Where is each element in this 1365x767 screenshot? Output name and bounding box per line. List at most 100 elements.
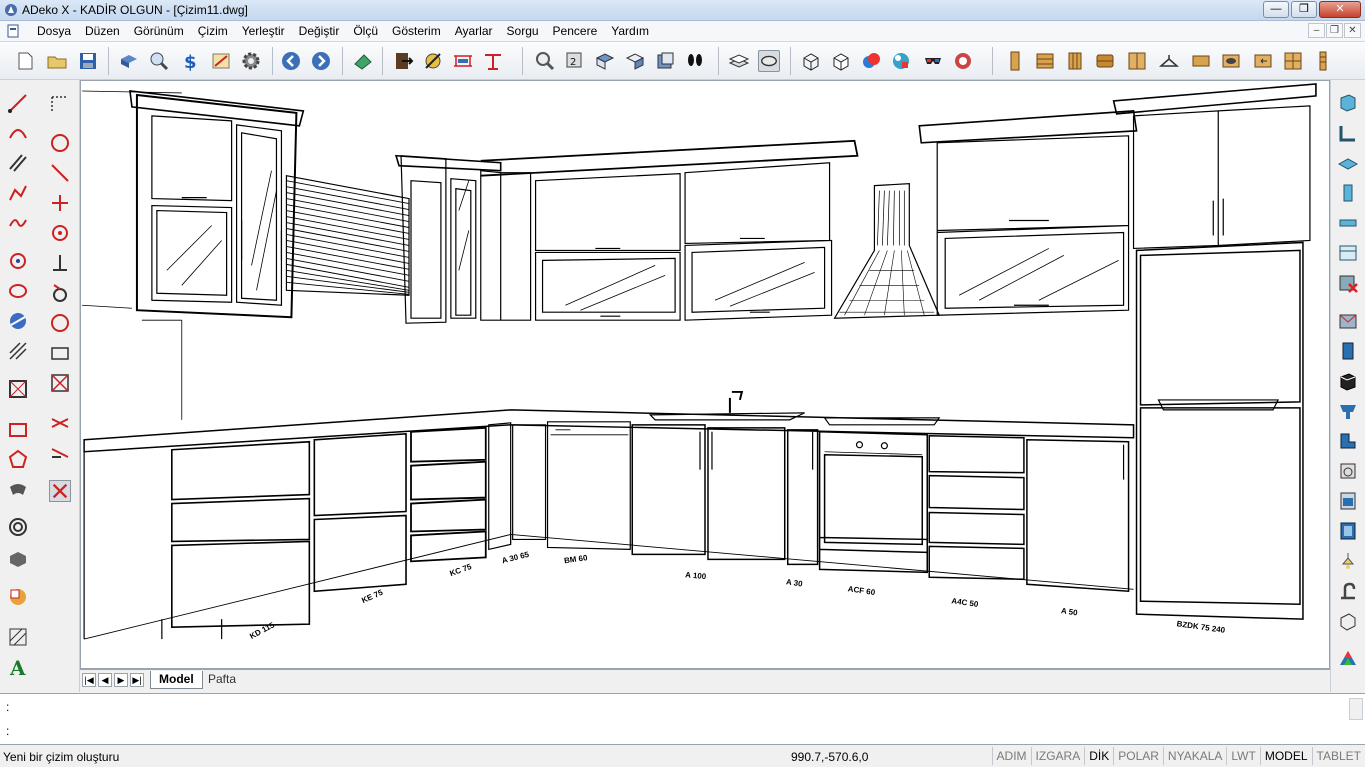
glasses-3d-icon[interactable] xyxy=(922,50,944,72)
back-arrow-icon[interactable] xyxy=(280,50,302,72)
view-front-icon[interactable] xyxy=(624,50,646,72)
circle-icon[interactable] xyxy=(7,250,29,272)
text-icon[interactable]: A xyxy=(7,656,29,678)
door-insert-icon[interactable] xyxy=(392,50,414,72)
document-icon[interactable] xyxy=(6,24,20,38)
circle-center-icon[interactable] xyxy=(49,132,71,154)
menu-degistir[interactable]: Değiştir xyxy=(292,24,347,38)
cabinet-double-icon[interactable] xyxy=(1126,50,1148,72)
menu-yardim[interactable]: Yardım xyxy=(604,24,656,38)
menu-gorunum[interactable]: Görünüm xyxy=(127,24,191,38)
cabinet-back-icon[interactable] xyxy=(1252,50,1274,72)
close-button[interactable]: ✕ xyxy=(1319,1,1361,18)
toggle-di̇k[interactable]: DİK xyxy=(1084,747,1113,765)
polyline-icon[interactable] xyxy=(7,182,29,204)
double-line-icon[interactable] xyxy=(7,152,29,174)
cabinet-wall-icon[interactable] xyxy=(1064,50,1086,72)
corner-wall-icon[interactable] xyxy=(1337,122,1359,144)
dimension-icon[interactable] xyxy=(452,50,474,72)
block-icon[interactable] xyxy=(7,378,29,400)
wall-icon[interactable] xyxy=(1337,92,1359,114)
menu-ayarlar[interactable]: Ayarlar xyxy=(448,24,500,38)
toggle-nyakala[interactable]: NYAKALA xyxy=(1162,747,1226,765)
menu-pencere[interactable]: Pencere xyxy=(546,24,605,38)
toggle-izgara[interactable]: IZGARA xyxy=(1030,747,1085,765)
arc-icon[interactable] xyxy=(7,122,29,144)
countertop-icon[interactable] xyxy=(1190,50,1212,72)
tab-prev-button[interactable]: ◀ xyxy=(98,673,112,687)
column-icon[interactable] xyxy=(1337,182,1359,204)
ceiling-icon[interactable] xyxy=(1337,242,1359,264)
grid-cabinet-icon[interactable] xyxy=(1282,50,1304,72)
eraser-icon[interactable] xyxy=(352,50,374,72)
layers-icon[interactable] xyxy=(728,50,750,72)
command-input[interactable]: : xyxy=(6,724,9,738)
rectangle-icon[interactable] xyxy=(7,418,29,440)
minimize-button[interactable]: — xyxy=(1263,1,1289,18)
open-folder-icon[interactable] xyxy=(46,50,68,72)
hatch-fill-icon[interactable] xyxy=(7,626,29,648)
menu-dosya[interactable]: Dosya xyxy=(30,24,78,38)
footprint-icon[interactable] xyxy=(684,50,706,72)
view-top-icon[interactable] xyxy=(594,50,616,72)
gradient-icon[interactable] xyxy=(7,586,29,608)
shelf-icon[interactable] xyxy=(1312,50,1334,72)
hanger-icon[interactable] xyxy=(1158,50,1180,72)
menu-olcu[interactable]: Ölçü xyxy=(346,24,385,38)
measure-icon[interactable] xyxy=(422,50,444,72)
oven-icon[interactable] xyxy=(1337,490,1359,512)
intersection-icon[interactable] xyxy=(49,412,71,434)
nearest-icon[interactable] xyxy=(49,312,71,334)
xline-icon[interactable] xyxy=(49,92,71,114)
wall-cabinet-icon[interactable] xyxy=(1337,400,1359,422)
ellipse-icon[interactable] xyxy=(7,280,29,302)
print-icon[interactable] xyxy=(118,50,140,72)
menu-gosterim[interactable]: Gösterim xyxy=(385,24,448,38)
menu-sorgu[interactable]: Sorgu xyxy=(500,24,546,38)
preview-icon[interactable] xyxy=(148,50,170,72)
command-scrollbar[interactable] xyxy=(1349,698,1363,720)
color-picker-icon[interactable] xyxy=(952,50,974,72)
lamp-icon[interactable] xyxy=(1337,550,1359,572)
donut-icon[interactable] xyxy=(7,516,29,538)
align-icon[interactable] xyxy=(482,50,504,72)
sink-icon[interactable] xyxy=(1220,50,1242,72)
tab-last-button[interactable]: ▶| xyxy=(130,673,144,687)
base-cabinet-icon[interactable] xyxy=(1337,370,1359,392)
toggle-model[interactable]: MODEL xyxy=(1259,747,1312,765)
render-sphere-icon[interactable] xyxy=(860,50,882,72)
mdi-restore-button[interactable]: ❐ xyxy=(1326,23,1343,38)
sphere-icon[interactable] xyxy=(7,310,29,332)
command-area[interactable]: : : xyxy=(0,693,1365,745)
snap-none-icon[interactable] xyxy=(49,372,71,394)
tab-next-button[interactable]: ▶ xyxy=(114,673,128,687)
menu-yerlestir[interactable]: Yerleştir xyxy=(235,24,292,38)
region-icon[interactable] xyxy=(7,478,29,500)
appliance-icon[interactable] xyxy=(1337,460,1359,482)
tangent-icon[interactable] xyxy=(49,282,71,304)
corner-cabinet-icon[interactable] xyxy=(1337,430,1359,452)
perpendicular-icon[interactable] xyxy=(49,252,71,274)
hidden-box-icon[interactable] xyxy=(830,50,852,72)
snap-rect-icon[interactable] xyxy=(49,342,71,364)
offset-icon[interactable] xyxy=(49,192,71,214)
report-icon[interactable] xyxy=(210,50,232,72)
toggle-tablet[interactable]: TABLET xyxy=(1311,747,1365,765)
toggle-lwt[interactable]: LWT xyxy=(1226,747,1259,765)
faucet-icon[interactable] xyxy=(1337,580,1359,602)
toggle-polar[interactable]: POLAR xyxy=(1113,747,1163,765)
tall-cabinet-icon[interactable] xyxy=(1337,340,1359,362)
clear-snaps-icon[interactable] xyxy=(49,480,71,502)
room-icon[interactable] xyxy=(1337,310,1359,332)
material-icon[interactable] xyxy=(890,50,912,72)
save-icon[interactable] xyxy=(77,50,99,72)
wireframe-box-icon[interactable] xyxy=(800,50,822,72)
spline-icon[interactable] xyxy=(7,212,29,234)
view-side-icon[interactable] xyxy=(654,50,676,72)
polygon-icon[interactable] xyxy=(7,448,29,470)
cabinet-stack-icon[interactable] xyxy=(1094,50,1116,72)
menu-cizim[interactable]: Çizim xyxy=(191,24,235,38)
ray-icon[interactable] xyxy=(49,162,71,184)
tab-first-button[interactable]: |◀ xyxy=(82,673,96,687)
accessory-icon[interactable] xyxy=(1337,610,1359,632)
